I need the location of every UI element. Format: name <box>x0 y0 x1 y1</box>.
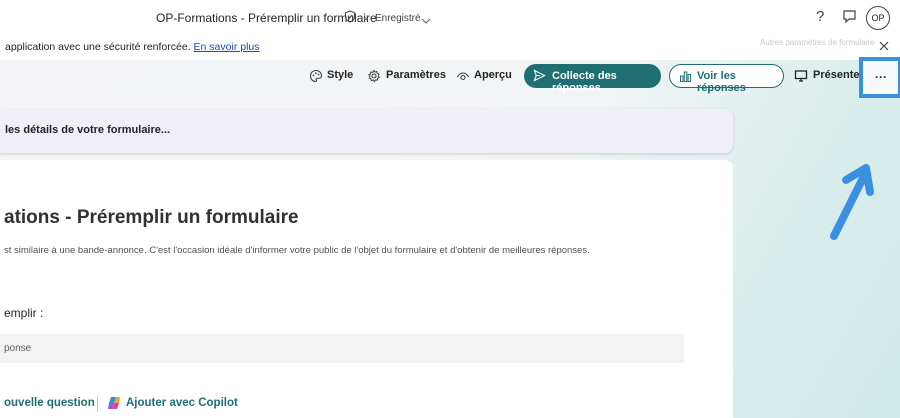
title-separator: - <box>364 11 368 25</box>
notification-bar: application avec une sécurité renforcée.… <box>0 36 900 60</box>
answer-placeholder: ponse <box>4 343 32 354</box>
style-button[interactable]: Style <box>327 69 353 81</box>
learn-more-link[interactable]: En savoir plus <box>194 41 260 53</box>
answer-field[interactable]: ponse <box>0 334 684 363</box>
new-question-button[interactable]: ouvelle question <box>4 397 95 409</box>
banner-text: les détails de votre formulaire... <box>5 124 171 136</box>
form-title[interactable]: ations - Préremplir un formulaire <box>4 207 299 229</box>
chart-icon <box>679 70 692 86</box>
form-toolbar: Style Paramètres Aperçu Collecte des rép… <box>0 57 900 98</box>
settings-tooltip-ghost: Autres paramètres de formulaire <box>760 38 875 47</box>
notification-text: application avec une sécurité renforcée. <box>5 41 191 53</box>
more-options-icon: ··· <box>875 70 887 84</box>
feedback-icon[interactable] <box>842 9 857 29</box>
close-icon[interactable] <box>878 39 890 57</box>
form-banner[interactable]: les détails de votre formulaire... <box>0 109 733 153</box>
title-bar: OP-Formations - Préremplir un formulaire… <box>0 0 900 36</box>
save-status: Enregistré <box>375 13 421 24</box>
preview-button[interactable]: Aperçu <box>474 69 512 81</box>
collect-responses-label: Collecte des réponses <box>552 70 617 94</box>
more-options-button[interactable]: ··· <box>859 57 900 98</box>
view-responses-label: Voir les réponses <box>697 70 746 94</box>
form-description[interactable]: st similaire à une bande-annonce. C'est … <box>4 245 590 256</box>
divider <box>97 395 98 412</box>
main-area: Style Paramètres Aperçu Collecte des rép… <box>0 57 900 418</box>
copilot-icon[interactable] <box>106 395 122 416</box>
notification-message: application avec une sécurité renforcée.… <box>5 41 260 53</box>
settings-button[interactable]: Paramètres <box>386 69 446 81</box>
shield-icon[interactable] <box>344 10 356 28</box>
present-button[interactable]: Présenter <box>813 69 864 81</box>
chevron-down-icon[interactable] <box>421 12 431 30</box>
eye-icon[interactable] <box>456 69 470 88</box>
form-card: ations - Préremplir un formulaire st sim… <box>0 160 733 418</box>
send-icon <box>533 69 546 85</box>
add-with-copilot-button[interactable]: Ajouter avec Copilot <box>126 397 238 409</box>
palette-icon[interactable] <box>309 69 323 88</box>
gear-icon[interactable] <box>367 69 381 88</box>
avatar[interactable]: OP <box>866 6 890 30</box>
pointer-arrow-icon <box>830 164 874 240</box>
view-responses-button[interactable]: Voir les réponses <box>669 64 784 94</box>
question-label[interactable]: emplir : <box>4 306 43 320</box>
help-button[interactable]: ? <box>816 8 824 25</box>
collect-responses-button[interactable]: Collecte des réponses <box>524 64 661 94</box>
monitor-icon[interactable] <box>794 69 808 88</box>
